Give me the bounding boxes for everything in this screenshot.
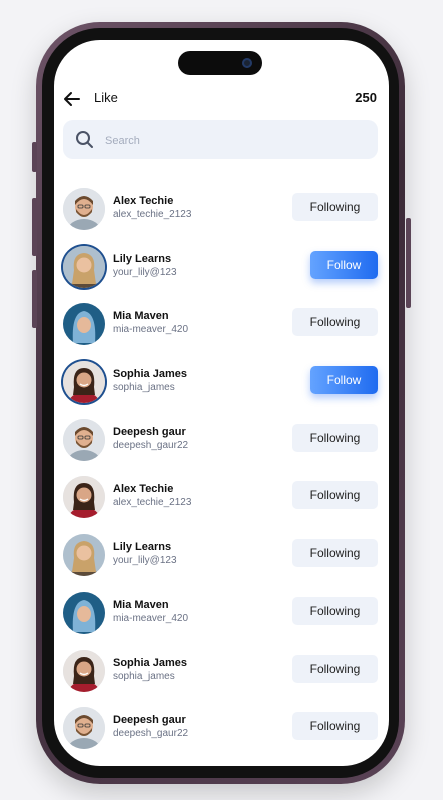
user-handle: alex_techie_2123 [113, 497, 192, 509]
search-icon [76, 131, 93, 148]
list-item[interactable]: Deepesh gaur deepesh_gaur22 Following [54, 704, 389, 762]
following-button[interactable]: Following [292, 596, 378, 625]
following-button[interactable]: Following [292, 712, 378, 741]
avatar[interactable] [63, 303, 105, 346]
avatar[interactable] [63, 245, 105, 288]
list-item[interactable]: Alex Techie alex_techie_2123 Following [54, 473, 389, 531]
page-title: Like [94, 90, 118, 105]
list-item[interactable]: Lily Learns your_lily@123 Follow [54, 243, 389, 301]
user-handle: sophia_james [113, 670, 175, 682]
following-button[interactable]: Following [292, 308, 378, 337]
user-handle: your_lily@123 [113, 266, 177, 278]
user-list: Alex Techie alex_techie_2123 Following Lily… [54, 185, 389, 762]
app-screen: Like 250 Alex Techiealex_techie_2123Foll… [54, 40, 389, 766]
user-name: Deepesh gaur [113, 425, 186, 438]
user-name: Sophia James [113, 656, 187, 669]
side-button [32, 270, 37, 328]
dynamic-island [178, 51, 262, 75]
user-handle: your_lily@123 [113, 555, 177, 567]
list-item[interactable]: Sophia James sophia_james Following [54, 647, 389, 705]
user-handle: alex_techie_2123 [113, 209, 192, 220]
camera-icon [242, 58, 252, 68]
avatar[interactable] [63, 534, 105, 577]
avatar[interactable] [63, 418, 105, 461]
like-count: 250 [355, 90, 377, 105]
avatar[interactable] [63, 707, 105, 750]
avatar[interactable] [63, 591, 105, 634]
header: Like 250 [54, 88, 389, 112]
user-name: Alex Techie [113, 483, 174, 496]
following-button[interactable]: Following [292, 654, 378, 683]
list-item[interactable]: Sophia James sophia_james Follow [54, 358, 389, 416]
user-handle: sophia_james [113, 382, 175, 394]
avatar[interactable] [63, 476, 105, 519]
user-name: Lily Learns [113, 252, 172, 265]
user-name: Mia Maven [113, 310, 169, 323]
user-handle: mia-meaver_420 [113, 612, 189, 624]
arrow-left-icon[interactable] [62, 89, 82, 109]
side-button [32, 142, 37, 172]
list-item[interactable]: Alex Techie alex_techie_2123 Following [54, 185, 389, 243]
user-name: Lily Learns [113, 541, 172, 554]
user-handle: deepesh_gaur22 [113, 439, 189, 451]
list-item[interactable]: Deepesh gaur deepesh_gaur22 Following [54, 416, 389, 474]
user-name: Deepesh gaur [113, 714, 186, 727]
follow-button[interactable]: Follow [310, 250, 378, 279]
avatar[interactable] [63, 188, 105, 230]
user-name: Alex Techie [113, 195, 174, 207]
side-button [32, 198, 37, 256]
user-handle: mia-meaver_420 [113, 324, 189, 336]
user-handle: deepesh_gaur22 [113, 728, 189, 740]
following-button[interactable]: Following [292, 539, 378, 568]
list-item[interactable]: Lily Learns your_lily@123 Following [54, 531, 389, 589]
follow-button[interactable]: Follow [310, 366, 378, 395]
list-item[interactable]: Mia Maven mia-meaver_420 Following [54, 589, 389, 647]
user-name: Mia Maven [113, 598, 169, 611]
avatar[interactable] [63, 361, 105, 404]
search-bar[interactable] [63, 120, 378, 159]
following-button[interactable]: Following [292, 481, 378, 510]
search-input[interactable] [103, 130, 357, 152]
following-button[interactable]: Following [292, 193, 378, 221]
avatar[interactable] [63, 649, 105, 692]
power-button [406, 218, 411, 308]
user-name: Sophia James [113, 368, 187, 381]
list-item[interactable]: Mia Maven mia-meaver_420 Following [54, 300, 389, 358]
following-button[interactable]: Following [292, 423, 378, 452]
